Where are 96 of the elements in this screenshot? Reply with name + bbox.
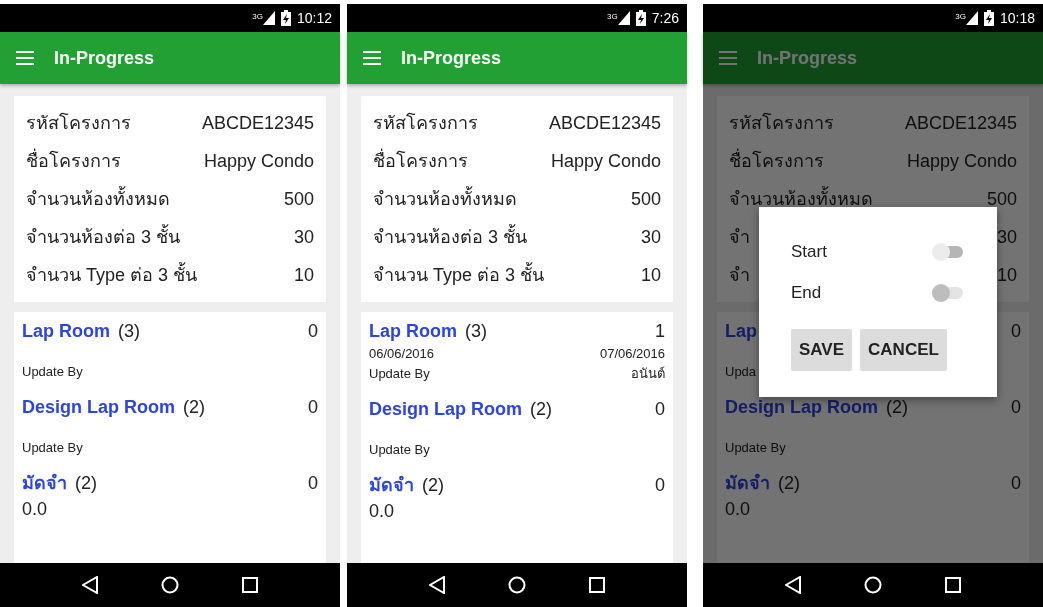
- field-label: จำ: [729, 225, 750, 249]
- task-value: 1: [655, 319, 665, 343]
- back-icon[interactable]: [428, 576, 445, 594]
- battery-icon: [280, 10, 291, 26]
- task-value: 0: [655, 473, 665, 497]
- field-value: ABCDE12345: [201, 111, 314, 135]
- field-label: รหัสโครงการ: [26, 111, 131, 135]
- task-value: 0: [1011, 471, 1021, 495]
- signal-icon: [617, 11, 630, 25]
- task-count: (2): [778, 471, 800, 495]
- field-label: จำนวนห้องทั้งหมด: [729, 185, 873, 211]
- field-value: 30: [640, 225, 661, 249]
- signal-icon: [262, 11, 275, 25]
- update-by-label: Upda: [725, 363, 757, 381]
- field-value: Happy Condo: [550, 149, 661, 173]
- field-label: จำนวนห้องต่อ 3 ชั้น: [373, 223, 527, 249]
- start-date: 06/06/2016: [369, 345, 435, 363]
- recents-icon[interactable]: [945, 577, 962, 593]
- field-value: 500: [283, 187, 314, 211]
- field-value: 10: [996, 263, 1017, 287]
- task-name[interactable]: มัดจำ: [22, 469, 67, 497]
- field-label: ชื่อโครงการ: [373, 147, 468, 173]
- battery-icon: [983, 10, 994, 26]
- battery-icon: [635, 10, 646, 26]
- field-label: จำนวน Type ต่อ 3 ชั้น: [26, 261, 198, 287]
- home-icon[interactable]: [508, 576, 526, 594]
- task-value: 0: [308, 319, 318, 343]
- switch-label: Start: [791, 240, 827, 263]
- menu-icon[interactable]: [16, 51, 34, 65]
- task-name[interactable]: Design Lap Room: [22, 393, 175, 421]
- dialog-button[interactable]: CANCEL: [860, 329, 947, 371]
- task-count: (2): [75, 471, 97, 495]
- task-count: (2): [886, 395, 908, 419]
- field-value: Happy Condo: [203, 149, 314, 173]
- status-time: 10:12: [296, 8, 332, 28]
- field-label: จำ: [729, 263, 750, 287]
- task-name[interactable]: มัดจำ: [369, 471, 414, 499]
- field-value: 30: [996, 225, 1017, 249]
- field-label: จำนวนห้องต่อ 3 ชั้น: [26, 223, 180, 249]
- task-value: 0: [1011, 395, 1021, 419]
- field-label: รหัสโครงการ: [373, 111, 478, 135]
- update-by-label: Update By: [369, 365, 430, 383]
- update-by-label: Update By: [725, 439, 786, 457]
- switch-label: End: [791, 281, 822, 304]
- task-name[interactable]: Design Lap Room: [369, 395, 522, 423]
- menu-icon[interactable]: [363, 51, 381, 65]
- recents-icon[interactable]: [589, 577, 606, 593]
- update-by-label: Update By: [22, 439, 83, 457]
- task-count: (3): [465, 319, 487, 343]
- task-value: 0: [308, 395, 318, 419]
- network-label: 3G: [607, 13, 618, 21]
- recents-icon[interactable]: [242, 577, 259, 593]
- field-value: 500: [986, 187, 1017, 211]
- task-amount: 0.0: [725, 498, 752, 521]
- task-count: (3): [118, 319, 140, 343]
- home-icon[interactable]: [161, 576, 179, 594]
- field-label: รหัสโครงการ: [729, 111, 834, 135]
- back-icon[interactable]: [784, 576, 801, 594]
- field-value: ABCDE12345: [904, 111, 1017, 135]
- field-value: ABCDE12345: [548, 111, 661, 135]
- home-icon[interactable]: [864, 576, 882, 594]
- end-date: 07/06/2016: [599, 345, 665, 363]
- task-name[interactable]: Lap Room: [369, 317, 457, 345]
- app-title: In-Progress: [54, 46, 155, 70]
- task-value: 0: [1011, 319, 1021, 343]
- app-title: In-Progress: [401, 46, 502, 70]
- app-title: In-Progress: [757, 46, 858, 70]
- network-label: 3G: [252, 13, 263, 21]
- update-by-label: Update By: [22, 363, 83, 381]
- dialog-button[interactable]: SAVE: [791, 329, 853, 371]
- field-label: จำนวนห้องทั้งหมด: [26, 185, 170, 211]
- signal-icon: [965, 11, 978, 25]
- network-label: 3G: [955, 13, 966, 21]
- task-count: (2): [530, 397, 552, 421]
- back-icon[interactable]: [81, 576, 98, 594]
- task-count: (2): [422, 473, 444, 497]
- task-name[interactable]: Lap Room: [22, 317, 110, 345]
- field-label: ชื่อโครงการ: [26, 147, 121, 173]
- task-amount: 0.0: [369, 500, 396, 523]
- task-amount: 0.0: [22, 498, 49, 521]
- task-value: 0: [655, 397, 665, 421]
- update-by-label: Update By: [369, 441, 430, 459]
- updated-by-name: อนันต์: [631, 365, 665, 383]
- task-value: 0: [308, 471, 318, 495]
- status-time: 7:26: [651, 8, 679, 28]
- field-value: Happy Condo: [906, 149, 1017, 173]
- toggle-switch[interactable]: [931, 241, 965, 262]
- field-label: จำนวน Type ต่อ 3 ชั้น: [373, 261, 545, 287]
- field-label: ชื่อโครงการ: [729, 147, 824, 173]
- field-value: 500: [630, 187, 661, 211]
- field-value: 10: [293, 263, 314, 287]
- task-count: (2): [183, 395, 205, 419]
- field-value: 10: [640, 263, 661, 287]
- field-label: จำนวนห้องทั้งหมด: [373, 185, 517, 211]
- field-value: 30: [293, 225, 314, 249]
- status-time: 10:18: [999, 8, 1035, 28]
